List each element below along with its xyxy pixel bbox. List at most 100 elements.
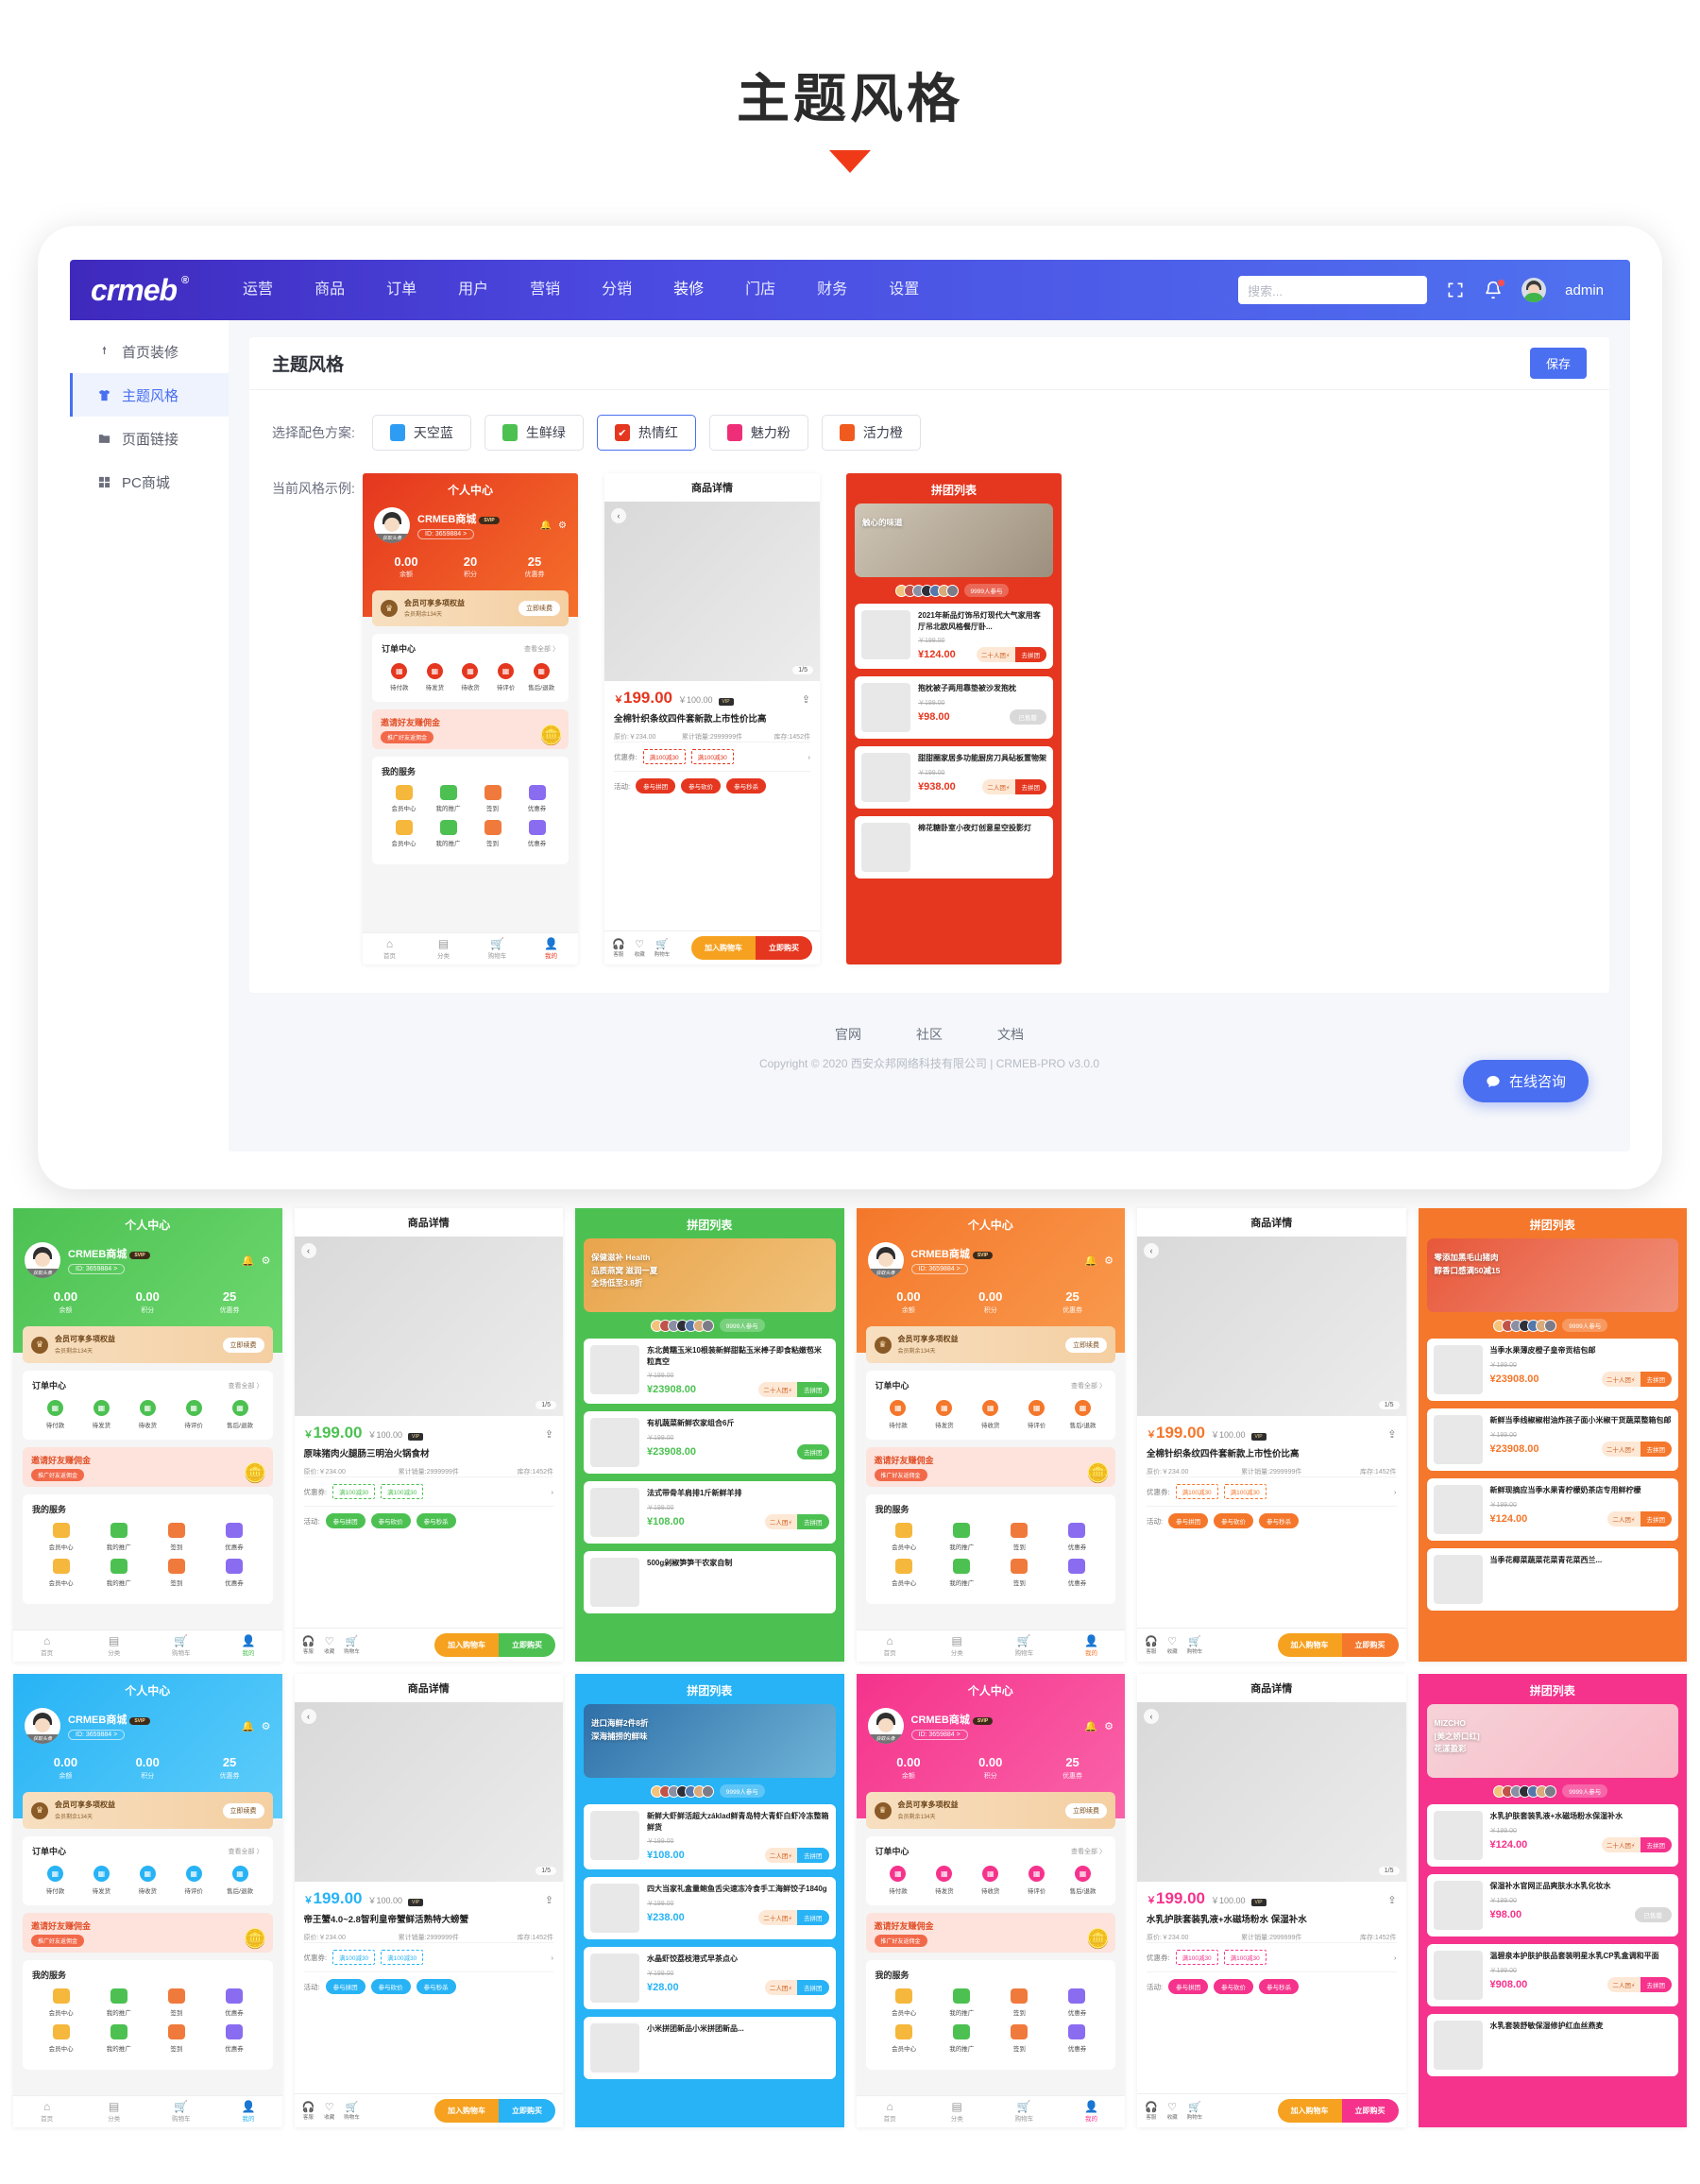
- share-icon[interactable]: ⇪: [1387, 1428, 1396, 1441]
- share-icon[interactable]: ⇪: [802, 693, 810, 706]
- coupon-row[interactable]: 优惠券: 满100减30 满100减30 ›: [1147, 1942, 1397, 1971]
- footer-link-官网[interactable]: 官网: [835, 1025, 861, 1044]
- bell-icon[interactable]: 🔔: [540, 520, 552, 531]
- coupon-row[interactable]: 优惠券: 满100减30 满100减30 ›: [1147, 1476, 1397, 1506]
- add-to-cart-button[interactable]: 加入购物车: [1277, 2099, 1342, 2123]
- service-签到[interactable]: 签到: [991, 1988, 1048, 2018]
- tabbar-分类[interactable]: ▤ 分类: [924, 2096, 991, 2127]
- join-group-button[interactable]: 二十人团⚡ 去拼团: [1601, 1441, 1672, 1457]
- invite-button[interactable]: 推广好友返佣金: [874, 1469, 927, 1481]
- product-image[interactable]: ‹ 1/5: [604, 502, 820, 681]
- sidebar-item-主题风格[interactable]: 主题风格: [70, 373, 229, 417]
- coupon-tag[interactable]: 满100减30: [1223, 1484, 1266, 1500]
- nav-item-分销[interactable]: 分销: [581, 260, 653, 320]
- service-签到[interactable]: 签到: [147, 1523, 205, 1552]
- order-status-待发货[interactable]: ▦ 待发货: [921, 1866, 967, 1896]
- order-status-待发货[interactable]: ▦ 待发货: [921, 1400, 967, 1430]
- user-avatar[interactable]: 获取头像: [25, 1708, 60, 1744]
- gear-icon[interactable]: ⚙: [1104, 1720, 1114, 1732]
- user-avatar[interactable]: 获取头像: [867, 1708, 904, 1744]
- user-id[interactable]: ID: 3659884 >: [68, 1264, 126, 1274]
- coupon-tag[interactable]: 满100减30: [642, 749, 686, 765]
- gear-icon[interactable]: ⚙: [1104, 1254, 1114, 1267]
- group-item[interactable]: 新鲜当季线椒椒柑油炸孩子面小米椒干货蔬菜整箱包邮 ￥199.00 ¥23908.00…: [1426, 1408, 1678, 1471]
- order-status-待收货[interactable]: ▦ 待收货: [452, 663, 488, 692]
- invite-banner[interactable]: 邀请好友赚佣金 推广好友返佣金 🪙: [23, 1913, 273, 1953]
- user-id[interactable]: ID: 3659884 >: [68, 1730, 126, 1740]
- join-group-button[interactable]: 二十人团⚡ 去拼团: [1601, 1371, 1672, 1387]
- tabbar-我的[interactable]: 👤 我的: [214, 1630, 281, 1662]
- nav-item-用户[interactable]: 用户: [437, 260, 509, 320]
- view-all-orders[interactable]: 查看全部 〉: [1071, 1847, 1106, 1856]
- product-image[interactable]: ‹ 1/5: [294, 1237, 563, 1416]
- service-优惠券[interactable]: 优惠券: [1048, 1523, 1106, 1552]
- tabbar-我的[interactable]: 👤 我的: [1058, 2096, 1125, 2127]
- coupon-tag[interactable]: 满100减30: [1175, 1950, 1218, 1966]
- order-status-待付款[interactable]: ▦ 待付款: [876, 1400, 922, 1430]
- join-group-button[interactable]: 二十人团⚡ 去拼团: [976, 647, 1046, 663]
- service-我的推广[interactable]: 我的推广: [90, 1988, 147, 2018]
- group-item[interactable]: 抱枕被子两用靠垫被沙发抱枕 ￥199.00 ¥98.00 已售罄: [855, 676, 1053, 740]
- order-status-待评价[interactable]: ▦ 待评价: [1013, 1400, 1060, 1430]
- activity-tag[interactable]: 参与拼团: [1168, 1979, 1209, 1995]
- service-签到[interactable]: 签到: [470, 820, 515, 848]
- nav-item-商品[interactable]: 商品: [294, 260, 366, 320]
- service-我的推广[interactable]: 我的推广: [426, 785, 470, 813]
- group-item[interactable]: 法式带骨羊肩排1斤新鲜羊排 ￥199.00 ¥108.00 二人团⚡ 去拼团: [584, 1481, 836, 1544]
- service-会员中心[interactable]: 会员中心: [32, 1559, 90, 1588]
- coupon-tag[interactable]: 满100减30: [690, 749, 734, 765]
- order-status-待付款[interactable]: ▦ 待付款: [32, 1400, 78, 1430]
- tabbar-购物车[interactable]: 🛒 购物车: [991, 2096, 1058, 2127]
- order-status-待付款[interactable]: ▦ 待付款: [382, 663, 417, 692]
- join-group-button[interactable]: 二十人团⚡ 去拼团: [758, 1382, 829, 1398]
- activity-tag[interactable]: 参与砍价: [370, 1979, 411, 1995]
- scheme-chip-魅力粉[interactable]: 魅力粉: [708, 415, 808, 451]
- order-status-待评价[interactable]: ▦ 待评价: [171, 1866, 217, 1896]
- service-优惠券[interactable]: 优惠券: [1048, 1988, 1106, 2018]
- group-banner[interactable]: 零添加黑毛山猪肉 醇香口感满50减15: [1426, 1238, 1678, 1312]
- activity-tag[interactable]: 参与秒杀: [1259, 1979, 1300, 1995]
- service-优惠券[interactable]: 优惠券: [205, 1523, 263, 1552]
- group-item[interactable]: 有机蔬菜新鲜农家组合6斤 ￥199.00 ¥23908.00 去拼团: [584, 1411, 836, 1475]
- service-签到[interactable]: 签到: [991, 1523, 1048, 1552]
- user-avatar[interactable]: 获取头像: [374, 507, 410, 543]
- service-会员中心[interactable]: 会员中心: [32, 2024, 90, 2054]
- order-status-待收货[interactable]: ▦ 待收货: [967, 1400, 1013, 1430]
- order-status-待收货[interactable]: ▦ 待收货: [967, 1866, 1013, 1896]
- order-status-售后/退款[interactable]: ▦ 售后/退款: [1060, 1866, 1106, 1896]
- pd-mini-客服[interactable]: 🎧 客服: [1145, 2102, 1158, 2121]
- group-banner[interactable]: 保健滋补 Health 品质燕窝 滋润一夏 全场低至3.8折: [584, 1238, 836, 1312]
- join-group-button[interactable]: 二十人团⚡ 去拼团: [758, 1909, 829, 1925]
- tabbar-我的[interactable]: 👤 我的: [214, 2096, 281, 2127]
- footer-link-社区[interactable]: 社区: [916, 1025, 943, 1044]
- buy-now-button[interactable]: 立即购买: [1341, 2099, 1399, 2123]
- activity-tag[interactable]: 参与秒杀: [416, 1979, 456, 1995]
- coupon-tag[interactable]: 满100减30: [1175, 1484, 1218, 1500]
- service-会员中心[interactable]: 会员中心: [876, 1559, 933, 1588]
- service-会员中心[interactable]: 会员中心: [382, 785, 426, 813]
- service-优惠券[interactable]: 优惠券: [515, 820, 559, 848]
- sidebar-item-页面链接[interactable]: 页面链接: [70, 417, 229, 460]
- tabbar-我的[interactable]: 👤 我的: [1058, 1630, 1125, 1662]
- service-签到[interactable]: 签到: [991, 1559, 1048, 1588]
- share-icon[interactable]: ⇪: [545, 1428, 553, 1441]
- add-to-cart-button[interactable]: 加入购物车: [434, 2099, 499, 2123]
- order-status-售后/退款[interactable]: ▦ 售后/退款: [217, 1400, 264, 1430]
- buy-now-button[interactable]: 立即购买: [756, 936, 812, 960]
- nav-item-营销[interactable]: 营销: [509, 260, 581, 320]
- brand-logo[interactable]: crmeb ®: [91, 273, 189, 308]
- user-id[interactable]: ID: 3659884 >: [910, 1264, 968, 1274]
- service-优惠券[interactable]: 优惠券: [205, 1988, 263, 2018]
- invite-banner[interactable]: 邀请好友赚佣金 推广好友返佣金 🪙: [372, 709, 569, 749]
- tabbar-购物车[interactable]: 🛒 购物车: [147, 1630, 214, 1662]
- pd-mini-购物车[interactable]: 🛒 购物车: [1187, 2102, 1203, 2121]
- back-icon[interactable]: ‹: [1144, 1243, 1159, 1258]
- service-我的推广[interactable]: 我的推广: [933, 1523, 991, 1552]
- buy-now-button[interactable]: 立即购买: [499, 2099, 555, 2123]
- join-group-button[interactable]: 去拼团: [797, 1443, 829, 1459]
- tabbar-我的[interactable]: 👤 我的: [524, 933, 578, 964]
- activity-tag[interactable]: 参与砍价: [1214, 1979, 1254, 1995]
- activity-tag[interactable]: 参与砍价: [1214, 1513, 1254, 1529]
- add-to-cart-button[interactable]: 加入购物车: [434, 1633, 499, 1657]
- order-status-待发货[interactable]: ▦ 待发货: [78, 1400, 125, 1430]
